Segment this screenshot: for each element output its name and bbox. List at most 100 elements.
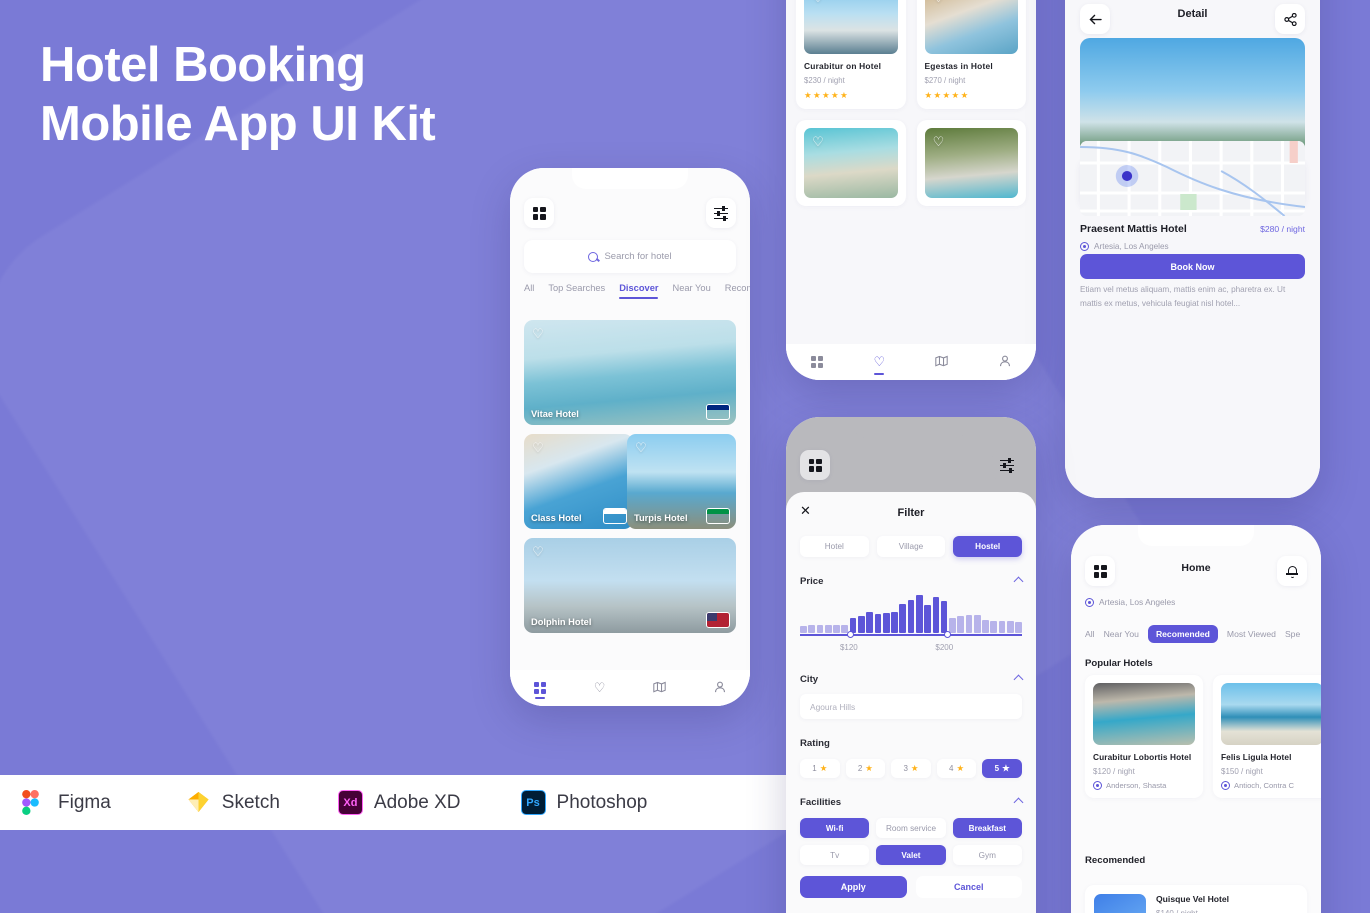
rating-value: 5: [994, 764, 1000, 773]
heart-icon[interactable]: ♡: [634, 441, 648, 455]
favorites-grid: Commodo Leo Hotel $160 / night ★★★★★ Don…: [796, 0, 1026, 206]
hotel-card-vitae[interactable]: ♡ Vitae Hotel: [524, 320, 736, 425]
nav-person-icon[interactable]: [999, 355, 1011, 370]
tool-item-sketch[interactable]: Sketch: [186, 790, 280, 815]
popular-hotel-card[interactable]: Felis Ligula Hotel $150 / night Antioch,…: [1213, 675, 1321, 798]
histogram-bar: [949, 617, 956, 633]
grid-icon[interactable]: [800, 450, 830, 480]
rating-section-label: Rating: [800, 738, 830, 749]
tab-near-you[interactable]: Near You: [1104, 629, 1139, 639]
favorite-card[interactable]: ♡ Egestas in Hotel $270 / night ★★★★★: [916, 0, 1026, 109]
heart-icon[interactable]: ♡: [932, 0, 946, 5]
favorite-card[interactable]: ♡ Curabitur on Hotel $230 / night ★★★★★: [796, 0, 906, 109]
grid-icon[interactable]: [524, 198, 554, 228]
city-input[interactable]: Agoura Hills: [800, 694, 1022, 719]
detail-location-label: Artesia, Los Angeles: [1094, 242, 1169, 251]
facilities-section-header[interactable]: Facilities: [800, 797, 1024, 808]
heart-icon[interactable]: ♡: [932, 135, 946, 149]
chip-hostel[interactable]: Hostel: [953, 536, 1023, 557]
detail-map[interactable]: [1080, 141, 1305, 216]
hotel-card-class[interactable]: ♡ Class Hotel: [524, 434, 633, 529]
nav-map-icon[interactable]: [935, 355, 949, 370]
tab-near-you[interactable]: Near You: [672, 283, 710, 293]
italy-flag: [706, 508, 730, 524]
home-location[interactable]: Artesia, Los Angeles: [1085, 597, 1175, 607]
nav-heart-icon[interactable]: ♡: [873, 354, 885, 375]
chip-hotel[interactable]: Hotel: [800, 536, 869, 557]
tab-all[interactable]: All: [1085, 629, 1095, 639]
chevron-up-icon[interactable]: [1013, 797, 1024, 808]
tab-most-viewed[interactable]: Most Viewed: [1227, 629, 1276, 639]
city-section-header[interactable]: City: [800, 674, 1024, 685]
hero-line-1: Hotel Booking: [40, 38, 366, 92]
book-now-button[interactable]: Book Now: [1080, 254, 1305, 279]
hotel-location-label: Anderson, Shasta: [1106, 781, 1167, 790]
chevron-up-icon[interactable]: [1013, 674, 1024, 685]
location-pin-icon: [1221, 781, 1230, 790]
tab-recomended[interactable]: Recomended: [725, 283, 750, 293]
facility-room-service[interactable]: Room service: [876, 818, 946, 838]
chip-village[interactable]: Village: [876, 536, 946, 557]
tab-all[interactable]: All: [524, 283, 534, 293]
popular-hotels-list: Curabitur Lobortis Hotel $120 / night An…: [1085, 675, 1321, 798]
hotel-card-turpis[interactable]: ♡ Turpis Hotel: [627, 434, 736, 529]
histogram-bar: [874, 613, 882, 633]
hotel-card-dolphin[interactable]: ♡ Dolphin Hotel: [524, 538, 736, 633]
facility-tv[interactable]: Tv: [800, 845, 870, 865]
nav-grid-icon[interactable]: [533, 682, 546, 699]
sliders-icon[interactable]: [992, 450, 1022, 480]
heart-icon[interactable]: ♡: [531, 441, 545, 455]
tab-special[interactable]: Spe: [1285, 629, 1300, 639]
heart-icon[interactable]: ♡: [811, 0, 825, 5]
discover-screen: Search for hotel All Top Searches Discov…: [510, 168, 750, 706]
popular-hotel-card[interactable]: Curabitur Lobortis Hotel $120 / night An…: [1085, 675, 1203, 798]
search-input[interactable]: Search for hotel: [524, 240, 736, 273]
favorite-card[interactable]: ♡: [916, 120, 1026, 206]
apply-button[interactable]: Apply: [800, 876, 907, 898]
facility-breakfast[interactable]: Breakfast: [952, 818, 1022, 838]
histogram-bar: [940, 601, 948, 633]
heart-icon[interactable]: ♡: [811, 135, 825, 149]
histogram-bar: [1015, 621, 1022, 633]
rating-option-1[interactable]: 1 ★: [800, 759, 840, 778]
rating-option-3[interactable]: 3 ★: [891, 759, 931, 778]
close-icon[interactable]: ✕: [800, 504, 811, 517]
heart-icon[interactable]: ♡: [531, 327, 545, 341]
tool-item-adobe-xd[interactable]: Xd Adobe XD: [337, 790, 461, 815]
rating-option-2[interactable]: 2 ★: [845, 759, 886, 778]
cancel-button[interactable]: Cancel: [915, 876, 1022, 898]
nav-heart-icon[interactable]: ♡: [594, 680, 606, 696]
tab-discover[interactable]: Discover: [619, 283, 659, 299]
home-screen: Home Artesia, Los Angeles All Near You R…: [1071, 525, 1321, 913]
facility-gym[interactable]: Gym: [952, 845, 1022, 865]
nav-grid-icon[interactable]: [811, 356, 824, 368]
tab-top-searches[interactable]: Top Searches: [548, 283, 605, 293]
chevron-up-icon[interactable]: [1013, 576, 1024, 587]
price-range-slider[interactable]: [800, 631, 1022, 643]
recomended-list-item[interactable]: Quisque Vel Hotel $140 / night: [1085, 885, 1307, 913]
heart-icon[interactable]: ♡: [531, 545, 545, 559]
price-section-header[interactable]: Price: [800, 576, 1024, 587]
hotel-price: $230 / night: [804, 76, 845, 85]
tool-item-photoshop[interactable]: Ps Photoshop: [520, 790, 647, 815]
detail-title: Detail: [1177, 8, 1208, 20]
favorite-card[interactable]: ♡: [796, 120, 906, 206]
nav-map-icon[interactable]: [653, 681, 666, 696]
rating-option-5[interactable]: 5 ★: [982, 759, 1022, 778]
histogram-bar: [965, 615, 973, 633]
tool-item-figma[interactable]: Figma: [22, 790, 111, 815]
slider-knob-max[interactable]: [944, 631, 952, 638]
facility-wifi[interactable]: Wi-fi: [800, 818, 870, 838]
discover-bottom-nav: ♡: [510, 670, 750, 706]
facilities-options: Wi-fi Room service Breakfast Tv Valet Gy…: [800, 818, 1022, 865]
sliders-icon[interactable]: [706, 198, 736, 228]
star-icon: ★: [819, 763, 828, 773]
nav-person-icon[interactable]: [714, 681, 726, 696]
facility-valet[interactable]: Valet: [876, 845, 946, 865]
tool-label-sketch: Sketch: [221, 791, 280, 813]
rating-option-4[interactable]: 4 ★: [936, 759, 977, 778]
slider-knob-min[interactable]: [846, 631, 854, 638]
tab-recomended[interactable]: Recomended: [1147, 625, 1218, 643]
histogram-bar: [957, 616, 965, 633]
hotel-location: Antioch, Contra C: [1221, 781, 1321, 790]
